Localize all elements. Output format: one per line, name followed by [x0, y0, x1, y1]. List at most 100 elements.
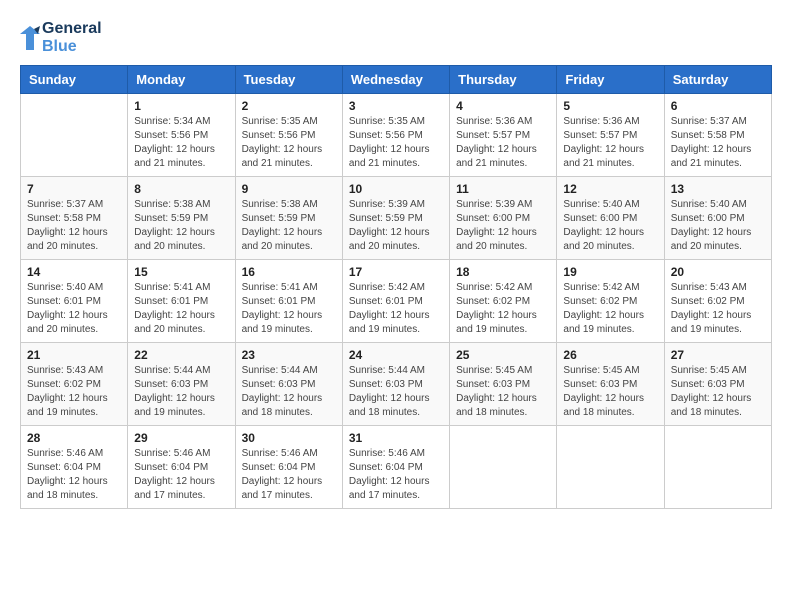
day-info: Sunrise: 5:46 AM Sunset: 6:04 PM Dayligh…: [27, 447, 121, 503]
calendar-cell: 6 Sunrise: 5:37 AM Sunset: 5:58 PM Daylig…: [664, 94, 771, 177]
weekday-header-sunday: Sunday: [21, 66, 128, 94]
day-number: 6: [671, 99, 765, 113]
day-number: 12: [563, 182, 657, 196]
day-number: 5: [563, 99, 657, 113]
day-number: 7: [27, 182, 121, 196]
calendar-cell: [450, 426, 557, 509]
day-info: Sunrise: 5:39 AM Sunset: 6:00 PM Dayligh…: [456, 198, 550, 254]
calendar-cell: 29Sunrise: 5:46 AM Sunset: 6:04 PM Dayli…: [128, 426, 235, 509]
day-info: Sunrise: 5:45 AM Sunset: 6:03 PM Dayligh…: [671, 364, 765, 420]
day-number: 16: [242, 265, 336, 279]
day-info: Sunrise: 5:38 AM Sunset: 5:59 PM Dayligh…: [134, 198, 228, 254]
day-number: 29: [134, 431, 228, 445]
day-number: 23: [242, 348, 336, 362]
calendar-cell: 26 Sunrise: 5:45 AM Sunset: 6:03 PM Dayli…: [557, 343, 664, 426]
day-number: 9: [242, 182, 336, 196]
day-info: Sunrise: 5:40 AM Sunset: 6:01 PM Dayligh…: [27, 281, 121, 337]
day-info: Sunrise: 5:35 AM Sunset: 5:56 PM Dayligh…: [242, 115, 336, 171]
calendar-cell: 18 Sunrise: 5:42 AM Sunset: 6:02 PM Dayli…: [450, 260, 557, 343]
day-number: 11: [456, 182, 550, 196]
calendar-cell: 7 Sunrise: 5:37 AM Sunset: 5:58 PM Daylig…: [21, 177, 128, 260]
day-info: Sunrise: 5:41 AM Sunset: 6:01 PM Dayligh…: [242, 281, 336, 337]
day-info: Sunrise: 5:42 AM Sunset: 6:01 PM Dayligh…: [349, 281, 443, 337]
weekday-header-row: SundayMondayTuesdayWednesdayThursdayFrid…: [21, 66, 772, 94]
calendar-cell: 14Sunrise: 5:40 AM Sunset: 6:01 PM Dayli…: [21, 260, 128, 343]
day-info: Sunrise: 5:45 AM Sunset: 6:03 PM Dayligh…: [456, 364, 550, 420]
day-number: 10: [349, 182, 443, 196]
day-number: 19: [563, 265, 657, 279]
day-info: Sunrise: 5:34 AM Sunset: 5:56 PM Dayligh…: [134, 115, 228, 171]
calendar-cell: 11 Sunrise: 5:39 AM Sunset: 6:00 PM Dayli…: [450, 177, 557, 260]
calendar-cell: 30 Sunrise: 5:46 AM Sunset: 6:04 PM Dayli…: [235, 426, 342, 509]
day-info: Sunrise: 5:46 AM Sunset: 6:04 PM Dayligh…: [242, 447, 336, 503]
day-number: 3: [349, 99, 443, 113]
calendar-cell: 9 Sunrise: 5:38 AM Sunset: 5:59 PM Daylig…: [235, 177, 342, 260]
day-info: Sunrise: 5:36 AM Sunset: 5:57 PM Dayligh…: [456, 115, 550, 171]
calendar-cell: 21Sunrise: 5:43 AM Sunset: 6:02 PM Dayli…: [21, 343, 128, 426]
calendar-cell: 5 Sunrise: 5:36 AM Sunset: 5:57 PM Daylig…: [557, 94, 664, 177]
calendar-table: SundayMondayTuesdayWednesdayThursdayFrid…: [20, 65, 772, 509]
weekday-header-tuesday: Tuesday: [235, 66, 342, 94]
calendar-cell: 4 Sunrise: 5:36 AM Sunset: 5:57 PM Daylig…: [450, 94, 557, 177]
calendar-week-row: 7 Sunrise: 5:37 AM Sunset: 5:58 PM Daylig…: [21, 177, 772, 260]
weekday-header-wednesday: Wednesday: [342, 66, 449, 94]
day-info: Sunrise: 5:36 AM Sunset: 5:57 PM Dayligh…: [563, 115, 657, 171]
day-info: Sunrise: 5:45 AM Sunset: 6:03 PM Dayligh…: [563, 364, 657, 420]
calendar-cell: 25 Sunrise: 5:45 AM Sunset: 6:03 PM Dayli…: [450, 343, 557, 426]
calendar-cell: 20Sunrise: 5:43 AM Sunset: 6:02 PM Dayli…: [664, 260, 771, 343]
day-info: Sunrise: 5:35 AM Sunset: 5:56 PM Dayligh…: [349, 115, 443, 171]
day-number: 28: [27, 431, 121, 445]
calendar-cell: [557, 426, 664, 509]
day-info: Sunrise: 5:37 AM Sunset: 5:58 PM Dayligh…: [671, 115, 765, 171]
calendar-cell: 17 Sunrise: 5:42 AM Sunset: 6:01 PM Dayli…: [342, 260, 449, 343]
day-number: 25: [456, 348, 550, 362]
day-info: Sunrise: 5:44 AM Sunset: 6:03 PM Dayligh…: [349, 364, 443, 420]
day-number: 15: [134, 265, 228, 279]
logo-general: General: [42, 20, 102, 38]
day-number: 18: [456, 265, 550, 279]
calendar-cell: [21, 94, 128, 177]
day-info: Sunrise: 5:38 AM Sunset: 5:59 PM Dayligh…: [242, 198, 336, 254]
day-number: 21: [27, 348, 121, 362]
logo: General Blue: [20, 20, 102, 55]
day-number: 8: [134, 182, 228, 196]
weekday-header-saturday: Saturday: [664, 66, 771, 94]
calendar-cell: 1 Sunrise: 5:34 AM Sunset: 5:56 PM Daylig…: [128, 94, 235, 177]
day-number: 24: [349, 348, 443, 362]
logo: General Blue: [20, 20, 102, 55]
day-info: Sunrise: 5:46 AM Sunset: 6:04 PM Dayligh…: [349, 447, 443, 503]
page-header: General Blue: [20, 20, 772, 55]
calendar-cell: 24 Sunrise: 5:44 AM Sunset: 6:03 PM Dayli…: [342, 343, 449, 426]
logo-bird-icon: [20, 26, 40, 50]
calendar-week-row: 28 Sunrise: 5:46 AM Sunset: 6:04 PM Dayli…: [21, 426, 772, 509]
calendar-cell: 13 Sunrise: 5:40 AM Sunset: 6:00 PM Dayli…: [664, 177, 771, 260]
calendar-cell: 2 Sunrise: 5:35 AM Sunset: 5:56 PM Daylig…: [235, 94, 342, 177]
day-info: Sunrise: 5:44 AM Sunset: 6:03 PM Dayligh…: [242, 364, 336, 420]
day-number: 30: [242, 431, 336, 445]
calendar-cell: 23 Sunrise: 5:44 AM Sunset: 6:03 PM Dayli…: [235, 343, 342, 426]
calendar-cell: 10Sunrise: 5:39 AM Sunset: 5:59 PM Dayli…: [342, 177, 449, 260]
calendar-cell: [664, 426, 771, 509]
day-info: Sunrise: 5:41 AM Sunset: 6:01 PM Dayligh…: [134, 281, 228, 337]
weekday-header-thursday: Thursday: [450, 66, 557, 94]
day-info: Sunrise: 5:42 AM Sunset: 6:02 PM Dayligh…: [456, 281, 550, 337]
calendar-cell: 27Sunrise: 5:45 AM Sunset: 6:03 PM Dayli…: [664, 343, 771, 426]
day-info: Sunrise: 5:37 AM Sunset: 5:58 PM Dayligh…: [27, 198, 121, 254]
calendar-cell: 22Sunrise: 5:44 AM Sunset: 6:03 PM Dayli…: [128, 343, 235, 426]
calendar-cell: 3 Sunrise: 5:35 AM Sunset: 5:56 PM Daylig…: [342, 94, 449, 177]
calendar-cell: 8 Sunrise: 5:38 AM Sunset: 5:59 PM Daylig…: [128, 177, 235, 260]
day-info: Sunrise: 5:40 AM Sunset: 6:00 PM Dayligh…: [671, 198, 765, 254]
day-info: Sunrise: 5:40 AM Sunset: 6:00 PM Dayligh…: [563, 198, 657, 254]
calendar-cell: 16 Sunrise: 5:41 AM Sunset: 6:01 PM Dayli…: [235, 260, 342, 343]
weekday-header-friday: Friday: [557, 66, 664, 94]
day-number: 1: [134, 99, 228, 113]
logo-blue: Blue: [42, 38, 102, 56]
day-number: 17: [349, 265, 443, 279]
weekday-header-monday: Monday: [128, 66, 235, 94]
day-number: 26: [563, 348, 657, 362]
calendar-week-row: 21Sunrise: 5:43 AM Sunset: 6:02 PM Dayli…: [21, 343, 772, 426]
day-number: 2: [242, 99, 336, 113]
day-number: 13: [671, 182, 765, 196]
day-number: 4: [456, 99, 550, 113]
day-number: 20: [671, 265, 765, 279]
